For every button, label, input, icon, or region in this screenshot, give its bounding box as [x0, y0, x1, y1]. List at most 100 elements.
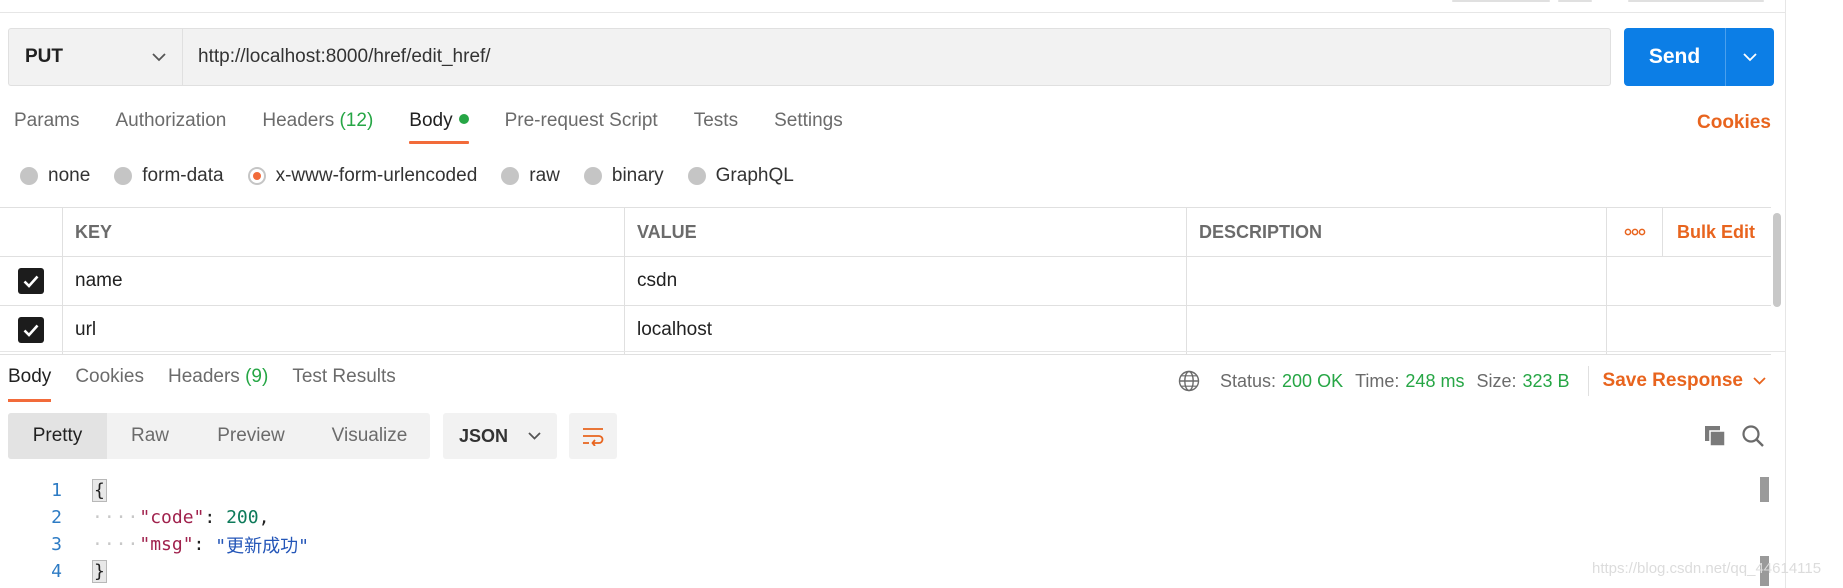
json-key: "code": [139, 507, 205, 528]
response-code-view[interactable]: 1 { 2 ···· "code": 200, 3 ···· "msg": "更新成…: [0, 477, 1760, 585]
tab-settings[interactable]: Settings: [774, 110, 843, 144]
row-spacer: [1663, 306, 1771, 354]
globe-icon[interactable]: [1178, 370, 1200, 392]
body-type-form-data[interactable]: form-data: [114, 165, 224, 187]
tab-tests[interactable]: Tests: [694, 110, 738, 144]
headers-count: (12): [339, 110, 374, 131]
params-scrollbar[interactable]: [1773, 213, 1781, 307]
line-number: 2: [51, 507, 62, 528]
close-brace: }: [92, 560, 107, 583]
tab-body[interactable]: Body: [409, 110, 469, 144]
format-label: JSON: [459, 425, 509, 446]
code-line: 3 ···· "msg": "更新成功": [0, 531, 1760, 558]
wrap-lines-icon: [583, 428, 604, 446]
save-response-button[interactable]: Save Response: [1603, 370, 1766, 392]
view-pretty-button[interactable]: Pretty: [8, 413, 107, 459]
status-value: 200 OK: [1282, 370, 1344, 391]
resp-tab-headers[interactable]: Headers (9): [168, 366, 268, 402]
chevron-down-icon: [1753, 377, 1766, 385]
radio-icon: [114, 167, 133, 185]
top-border: [0, 12, 1785, 13]
watermark: https://blog.csdn.net/qq_44614115: [1592, 560, 1822, 577]
copy-icon[interactable]: [1703, 424, 1727, 448]
tab-authorization[interactable]: Authorization: [115, 110, 226, 144]
request-bar: PUT http://localhost:8000/href/edit_href…: [8, 28, 1611, 86]
line-number: 3: [51, 534, 62, 555]
send-options-button[interactable]: [1726, 28, 1774, 86]
row-checkbox[interactable]: [0, 306, 63, 354]
body-active-dot: [458, 114, 469, 124]
table-header-row: KEY VALUE DESCRIPTION Bulk Edit: [0, 208, 1771, 257]
body-type-raw[interactable]: raw: [501, 165, 560, 187]
table-row: name csdn: [0, 257, 1771, 306]
chevron-down-icon: [528, 432, 541, 440]
status-label: Status:: [1220, 370, 1277, 391]
cookies-link[interactable]: Cookies: [1697, 112, 1771, 134]
search-icon[interactable]: [1741, 424, 1765, 448]
code-line: 2 ···· "code": 200,: [0, 504, 1760, 531]
json-comma: ,: [258, 507, 270, 528]
code-scrollbar-top[interactable]: [1760, 477, 1769, 502]
view-raw-button[interactable]: Raw: [107, 413, 193, 459]
param-description-cell[interactable]: [1187, 257, 1607, 305]
method-label: PUT: [25, 46, 63, 67]
params-table: KEY VALUE DESCRIPTION Bulk Edit name csd…: [0, 207, 1771, 355]
resp-tab-cookies[interactable]: Cookies: [75, 366, 144, 402]
view-visualize-button[interactable]: Visualize: [309, 413, 430, 459]
send-button[interactable]: Send: [1624, 28, 1725, 86]
radio-icon: [687, 167, 706, 185]
json-number-value: 200: [226, 507, 259, 528]
wrap-lines-button[interactable]: [569, 413, 617, 459]
status-separator: [1587, 366, 1589, 396]
checkbox-checked-icon: [18, 317, 44, 343]
bulk-edit-button[interactable]: Bulk Edit: [1663, 208, 1771, 256]
param-value-cell[interactable]: localhost: [625, 306, 1187, 354]
column-description: DESCRIPTION: [1187, 208, 1607, 256]
format-select[interactable]: JSON: [443, 413, 557, 459]
resp-tab-test-results[interactable]: Test Results: [292, 366, 395, 402]
param-key-cell[interactable]: url: [63, 306, 625, 354]
time-label: Time:: [1355, 370, 1400, 391]
time-value: 248 ms: [1405, 370, 1465, 391]
send-button-group: Send: [1624, 28, 1774, 86]
indent-guide: ····: [92, 507, 140, 528]
resp-tab-body[interactable]: Body: [8, 366, 52, 402]
json-colon: :: [193, 534, 216, 555]
url-input[interactable]: http://localhost:8000/href/edit_href/: [182, 28, 1611, 86]
tab-params[interactable]: Params: [14, 110, 79, 144]
radio-icon: [20, 167, 38, 185]
header-check-cell: [0, 208, 63, 256]
body-type-graphql[interactable]: GraphQL: [687, 165, 794, 187]
param-description-cell[interactable]: [1187, 306, 1607, 354]
body-type-selector: none form-data x-www-form-urlencoded raw…: [20, 165, 818, 187]
response-status-bar: Status: 200 OK Time: 248 ms Size: 323 B …: [1178, 366, 1766, 396]
radio-icon: [501, 167, 520, 185]
body-type-binary[interactable]: binary: [583, 165, 664, 187]
more-options-button[interactable]: [1607, 208, 1663, 256]
method-select[interactable]: PUT: [8, 28, 182, 86]
view-preview-button[interactable]: Preview: [193, 413, 309, 459]
body-type-none[interactable]: none: [20, 165, 90, 187]
row-checkbox[interactable]: [0, 257, 63, 305]
top-toolbar-stub: [1452, 0, 1550, 2]
size-label: Size:: [1476, 370, 1517, 391]
response-tabs: Body Cookies Headers (9) Test Results: [8, 366, 420, 402]
tab-headers[interactable]: Headers (12): [262, 110, 373, 144]
chevron-down-icon: [1743, 52, 1757, 61]
size-value: 323 B: [1522, 370, 1570, 391]
checkbox-checked-icon: [18, 268, 44, 294]
param-value-cell[interactable]: csdn: [625, 257, 1187, 305]
json-key: "msg": [139, 534, 194, 555]
resp-headers-count: (9): [245, 366, 269, 387]
response-divider: [0, 351, 1785, 352]
code-line: 1 {: [0, 477, 1760, 504]
param-key-cell[interactable]: name: [63, 257, 625, 305]
tab-pre-request-script[interactable]: Pre-request Script: [505, 110, 658, 144]
json-string-value: "更新成功": [215, 535, 309, 557]
open-brace: {: [92, 479, 107, 502]
more-options-icon: [1624, 228, 1645, 236]
radio-icon: [583, 167, 602, 185]
json-colon: :: [204, 507, 227, 528]
body-type-urlencoded[interactable]: x-www-form-urlencoded: [247, 165, 477, 187]
indent-guide: ····: [92, 534, 140, 555]
